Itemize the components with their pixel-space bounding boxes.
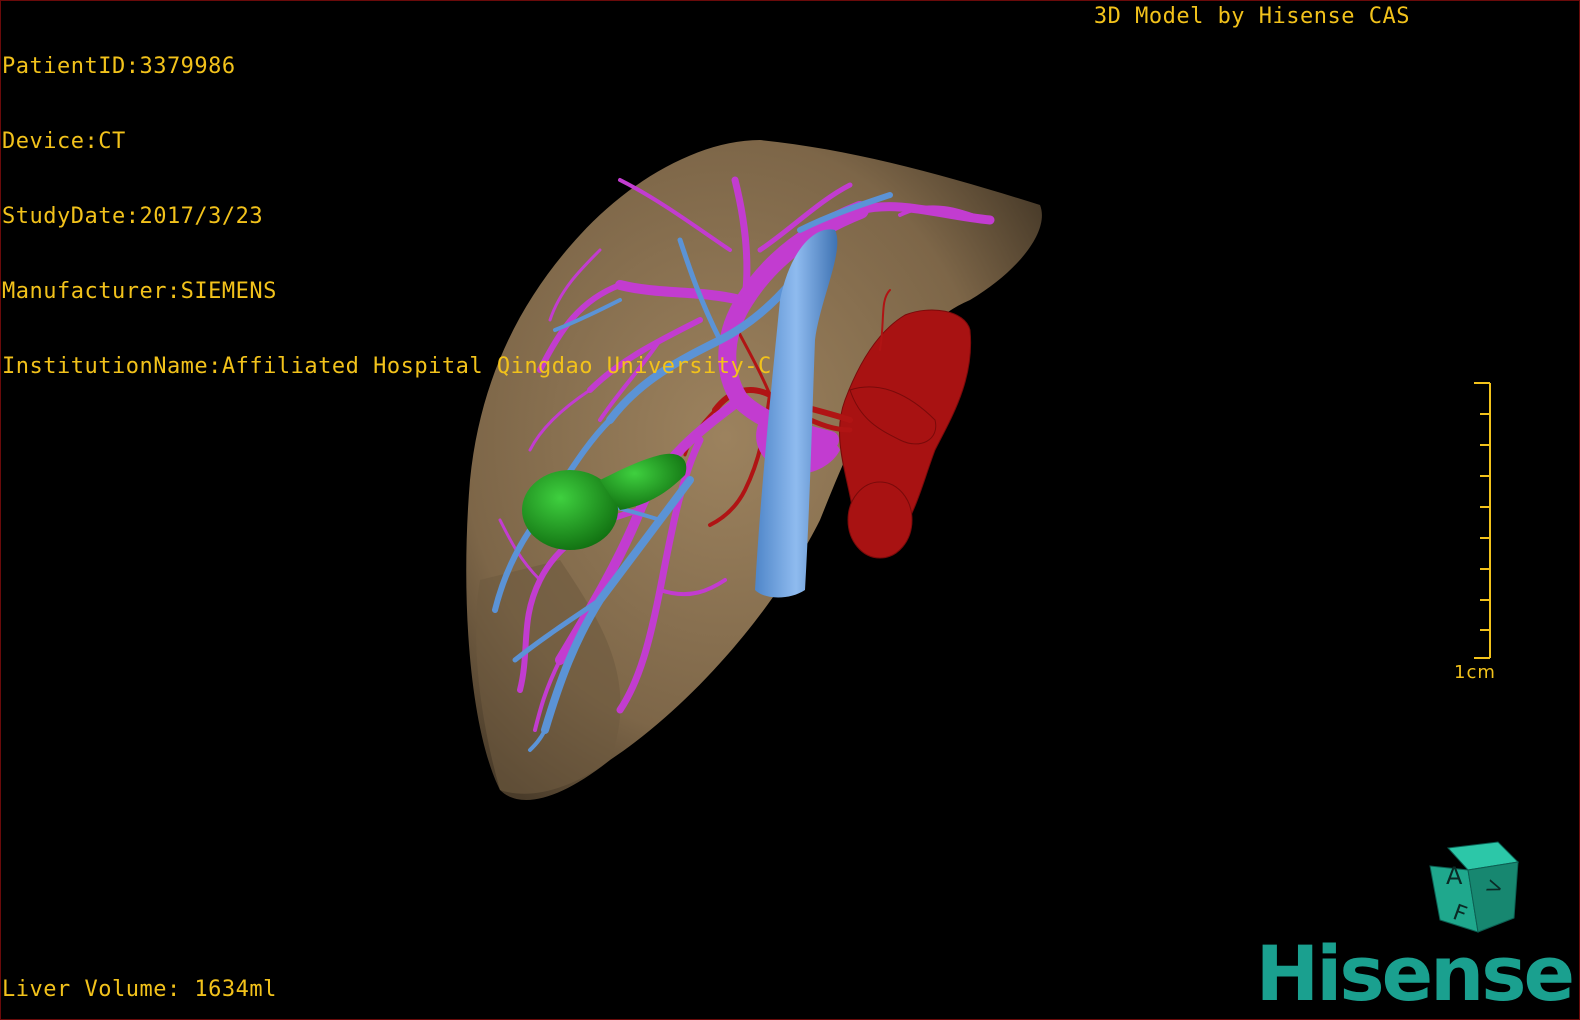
- hisense-logo: Hisense: [1255, 929, 1575, 1018]
- patient-id: PatientID:3379986: [2, 54, 236, 79]
- study-date: StudyDate:2017/3/23: [2, 204, 264, 229]
- institution-name: InstitutionName:Affiliated Hospital Qing…: [2, 354, 772, 379]
- liver-volume: Liver Volume: 1634ml: [2, 977, 277, 1002]
- device: Device:CT: [2, 129, 126, 154]
- orientation-cube-icon[interactable]: A F V: [1428, 840, 1524, 936]
- scale-label: 1cm: [1454, 662, 1496, 683]
- orient-label-a: A: [1446, 862, 1463, 890]
- scale-bar: [1474, 382, 1491, 659]
- patient-info-overlay: PatientID:3379986 Device:CT StudyDate:20…: [2, 4, 772, 404]
- model-credit: 3D Model by Hisense CAS: [1093, 4, 1410, 29]
- manufacturer: Manufacturer:SIEMENS: [2, 279, 277, 304]
